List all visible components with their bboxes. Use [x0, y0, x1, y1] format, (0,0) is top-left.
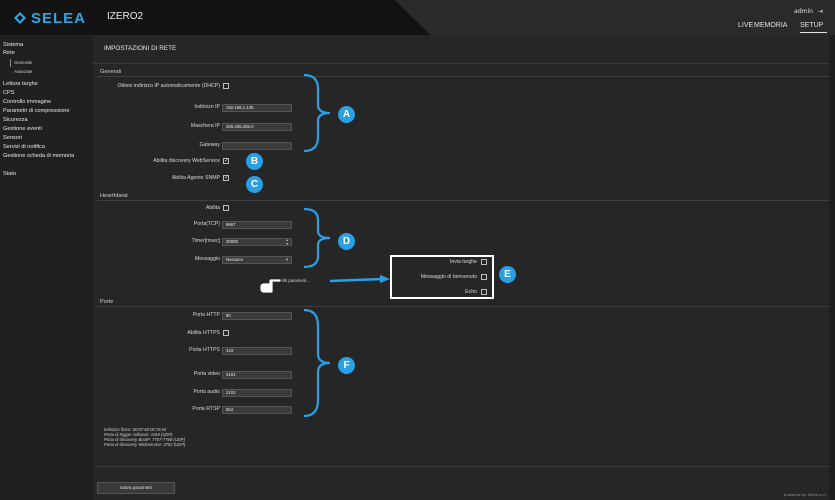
snmp-checkbox[interactable] [223, 174, 229, 181]
sidebar-item-gestione-eventi[interactable]: Gestione eventi [3, 126, 42, 132]
section-divider [97, 76, 830, 77]
logout-icon[interactable]: ⇥ [818, 8, 823, 15]
dhcp-checkbox[interactable] [223, 83, 229, 89]
logo-text: SELEA [31, 9, 87, 27]
sidebar-subitem-avanzate[interactable]: Avanzate [14, 69, 32, 74]
audio-label: Porta audio [193, 389, 220, 395]
echo-label: Echo [465, 289, 477, 295]
http-label: Porta HTTP [192, 312, 220, 318]
section-divider [97, 466, 830, 467]
audio-input[interactable]: 2103 [222, 389, 292, 397]
sidebar-item-servizi-notifica[interactable]: Servizi di notifica [3, 144, 45, 150]
sidebar-item-sistema[interactable]: Sistema [3, 42, 23, 48]
sidebar: Sistema Rete Generale Avanzate Lettura t… [0, 35, 93, 500]
sidebar-item-controllo-immagine[interactable]: Controllo immagine [3, 99, 51, 105]
marker-c: C [246, 176, 263, 193]
hb-msg-value: Nessuno [226, 257, 243, 262]
gateway-label: Gateway [199, 142, 220, 148]
dhcp-label: Ottieni indirizzo IP automaticamente (DH… [117, 83, 220, 89]
ip-label: Indirizzo IP [194, 104, 220, 110]
brace-d [303, 207, 331, 269]
hb-timer-value: 30000 [226, 239, 238, 244]
arrow-icon [329, 275, 390, 283]
https-label: Porta HTTPS [189, 347, 220, 353]
nav-live[interactable]: LIVE [738, 22, 753, 29]
send-plates-checkbox[interactable] [481, 259, 487, 265]
hb-port-input[interactable]: 9667 [222, 221, 292, 229]
https-input[interactable]: 443 [222, 347, 292, 355]
welcome-label: Messaggio di benvenuto [420, 274, 477, 280]
chevron-down-icon: ▼ [285, 257, 289, 262]
selea-logo-icon [14, 12, 26, 24]
sidebar-item-sensori[interactable]: Sensori [3, 135, 22, 141]
marker-e: E [499, 266, 516, 283]
username: admin [794, 8, 813, 15]
discovery-checkbox[interactable] [223, 157, 229, 164]
hb-msg-select[interactable]: Nessuno ▼ [222, 256, 292, 264]
divider [93, 63, 835, 64]
sidebar-subitem-generale[interactable]: Generale [14, 60, 32, 65]
echo-checkbox[interactable] [481, 289, 487, 295]
nav-background [395, 0, 835, 35]
hb-port-label: Porta(TCP) [193, 221, 220, 227]
rtsp-input[interactable]: 554 [222, 406, 292, 414]
marker-b: B [246, 153, 263, 170]
brace-a [303, 73, 331, 153]
mask-input[interactable]: 255.255.255.0 [222, 123, 292, 131]
brace-f [303, 308, 331, 418]
spinner-icon[interactable]: ▲ ▼ [286, 238, 289, 246]
section-divider [97, 306, 830, 307]
page-title: IMPOSTAZIONI DI RETE [104, 45, 177, 52]
info-websvc: Porta di discovery WebService: 3702 (UDP… [104, 442, 186, 447]
powered-by: powered by Selea s.r.l. [783, 492, 827, 497]
nav-setup[interactable]: SETUP [800, 22, 823, 29]
sidebar-item-lettura-targhe[interactable]: Lettura targhe [3, 81, 38, 87]
sidebar-item-rete[interactable]: Rete [3, 50, 15, 56]
section-generali: Generali [100, 69, 122, 75]
hb-enable-label: Abilita [205, 205, 220, 211]
hb-msg-label: Messaggio [194, 256, 220, 262]
video-input[interactable]: 2101 [222, 371, 292, 379]
snmp-label: Abilita Agente SNMP [171, 175, 220, 181]
user-menu[interactable]: admin ⇥ [794, 8, 823, 15]
marker-f: F [338, 357, 355, 374]
https-enable-checkbox[interactable] [223, 330, 229, 336]
video-label: Porta video [193, 371, 220, 377]
pointing-hand-icon [259, 278, 282, 294]
gateway-input[interactable] [222, 142, 292, 150]
marker-a: A [338, 106, 355, 123]
sidebar-item-gestione-memoria[interactable]: Gestione scheda di memoria [3, 153, 83, 159]
https-enable-label: Abilita HTTPS [187, 330, 220, 336]
mask-label: Maschera IP [190, 123, 220, 129]
save-button[interactable]: Salva parametri [97, 482, 175, 494]
nav-active-underline [800, 32, 827, 33]
sidebar-item-stato[interactable]: Stato [3, 171, 16, 177]
nav-memoria[interactable]: MEMORIA [754, 22, 787, 29]
marker-d: D [338, 233, 355, 250]
sidebar-item-cps[interactable]: CPS [3, 90, 15, 96]
scrollbar[interactable] [829, 35, 835, 500]
hb-timer-label: Timer[msec] [191, 238, 220, 244]
submenu-line [10, 59, 11, 67]
rtsp-label: Porta RTSP [192, 406, 220, 412]
logo[interactable]: SELEA [14, 9, 87, 27]
more-params-link[interactable]: Altri parametri... [280, 277, 330, 284]
discovery-label: Abilita discovery WebService [153, 158, 220, 164]
section-divider [97, 200, 830, 201]
sidebar-item-parametri-compressione[interactable]: Parametri di compressione [3, 108, 70, 114]
hb-enable-checkbox[interactable] [223, 205, 229, 211]
welcome-checkbox[interactable] [481, 274, 487, 280]
ip-input[interactable]: 192.168.1.135 [222, 104, 292, 112]
send-plates-label: Invia targhe [449, 259, 477, 265]
http-input[interactable]: 80 [222, 312, 292, 320]
section-heartbeat: Hearthbeat [100, 193, 128, 199]
section-porte: Porte [100, 299, 114, 305]
hb-timer-input[interactable]: 30000 ▲ ▼ [222, 238, 292, 246]
sidebar-item-sicurezza[interactable]: Sicurezza [3, 117, 28, 123]
device-name: IZERO2 [107, 11, 144, 22]
network-info: Indirizzo fisico: 00:07:60:00:76:e5 Port… [104, 427, 185, 447]
